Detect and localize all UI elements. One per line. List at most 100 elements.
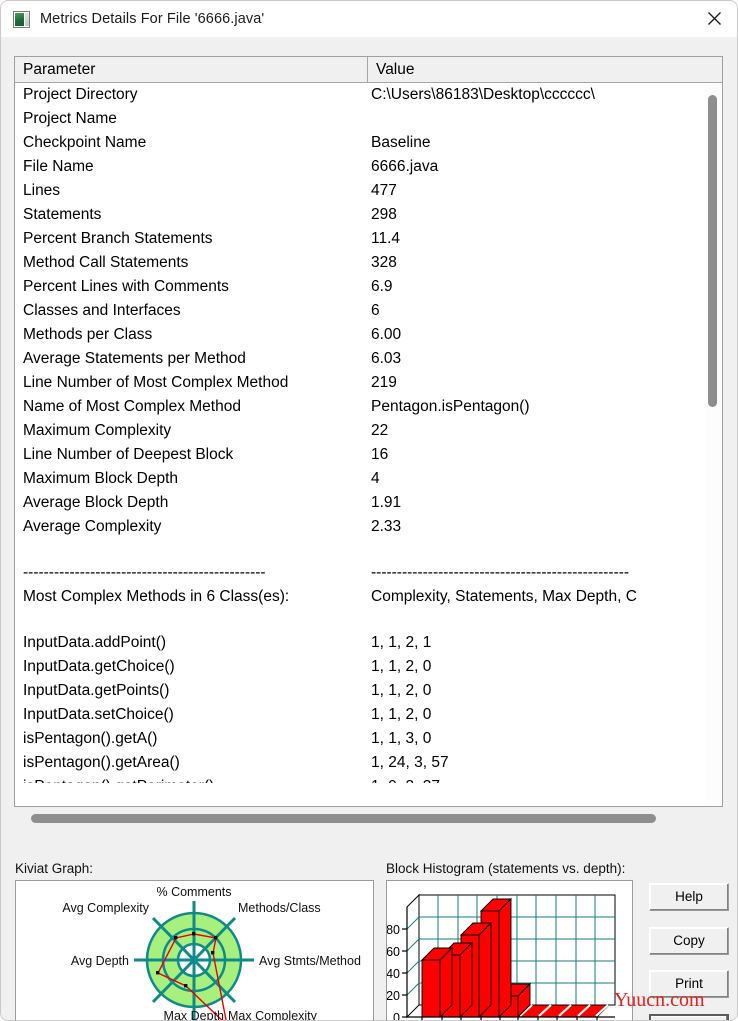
scrollbar-thumb[interactable] — [31, 814, 656, 823]
cell-parameter: Average Statements per Method — [23, 350, 246, 367]
kiviat-label-comments: % Comments — [156, 885, 231, 899]
histogram-bars-zero — [516, 1004, 611, 1018]
table-row[interactable] — [15, 609, 722, 631]
table-row[interactable]: Checkpoint Name Baseline — [15, 131, 722, 155]
help-button[interactable]: Help — [649, 883, 729, 911]
metrics-details-window: Metrics Details For File '6666.java' Par… — [0, 0, 738, 1021]
cell-value: 6 — [371, 302, 380, 319]
svg-text:40: 40 — [387, 967, 400, 981]
column-header-parameter[interactable]: Parameter — [15, 57, 368, 82]
metrics-table: Parameter Value Project Directory C:\User… — [14, 56, 723, 807]
svg-text:20: 20 — [387, 989, 400, 1003]
block-histogram-panel: 0 20 40 60 80 — [386, 880, 633, 1021]
cell-parameter — [23, 609, 371, 633]
table-row[interactable]: Line Number of Most Complex Method 219 — [15, 371, 722, 395]
cell-value: 6.9 — [371, 278, 393, 295]
table-header-row: Parameter Value — [15, 57, 722, 83]
cell-value: 22 — [371, 422, 389, 439]
cell-parameter: Project Name — [23, 110, 117, 127]
cell-value: 11.4 — [371, 230, 401, 247]
svg-text:60: 60 — [387, 945, 400, 959]
table-row[interactable]: isPentagon().getPerimeter()1, 9, 3, 37 — [15, 775, 722, 783]
table-vertical-scrollbar[interactable] — [705, 83, 722, 806]
table-row[interactable]: Classes and Interfaces 6 — [15, 299, 722, 323]
cell-parameter: Checkpoint Name — [23, 134, 147, 151]
kiviat-label-max-depth: Max Depth — [164, 1009, 224, 1021]
block-histogram-label: Block Histogram (statements vs. depth): — [386, 861, 626, 876]
cell-value — [371, 539, 722, 563]
table-row[interactable]: InputData.getPoints() 1, 1, 2, 0 — [15, 679, 722, 703]
cell-parameter: Name of Most Complex Method — [23, 398, 241, 415]
close-button[interactable] — [691, 1, 737, 36]
cell-parameter: InputData.addPoint() — [23, 634, 167, 651]
scrollbar-thumb[interactable] — [708, 95, 717, 407]
kiviat-spokes — [134, 901, 254, 1019]
cell-value: Baseline — [371, 134, 431, 151]
table-row[interactable]: InputData.setChoice() 1, 1, 2, 0 — [15, 703, 722, 727]
done-button[interactable]: Done — [649, 1014, 729, 1020]
table-row[interactable]: Method Call Statements 328 — [15, 251, 722, 275]
table-row[interactable]: Percent Lines with Comments 6.9 — [15, 275, 722, 299]
table-row[interactable]: Average Complexity 2.33 — [15, 515, 722, 539]
column-header-value[interactable]: Value — [368, 57, 722, 82]
table-row[interactable]: Project Name — [15, 107, 722, 131]
histogram-bar — [420, 946, 454, 1019]
table-row[interactable]: Most Complex Methods in 6 Class(es): Comp… — [15, 585, 722, 609]
cell-value: Complexity, Statements, Max Depth, C — [371, 588, 637, 605]
cell-parameter: Statements — [23, 206, 102, 223]
cell-value: 6.00 — [371, 326, 402, 343]
table-row[interactable]: Average Block Depth 1.91 — [15, 491, 722, 515]
block-histogram-chart: 0 20 40 60 80 — [387, 893, 616, 1021]
cell-parameter: Project Directory — [23, 86, 138, 103]
cell-parameter: Line Number of Deepest Block — [23, 446, 234, 463]
histogram-y-ticks: 0 20 40 60 80 — [387, 923, 400, 1021]
table-row[interactable]: isPentagon().getA() 1, 1, 3, 0 — [15, 727, 722, 751]
cell-parameter — [23, 539, 371, 563]
cell-value: 4 — [371, 470, 380, 487]
table-row[interactable]: isPentagon().getArea() 1, 24, 3, 57 — [15, 751, 722, 775]
table-row[interactable]: InputData.addPoint() 1, 1, 2, 1 — [15, 631, 722, 655]
kiviat-label-avg-depth: Avg Depth — [71, 954, 129, 968]
table-row[interactable]: Percent Branch Statements 11.4 — [15, 227, 722, 251]
table-row[interactable]: Lines 477 — [15, 179, 722, 203]
cell-parameter: ----------------------------------------… — [23, 564, 266, 581]
cell-parameter: Maximum Complexity — [23, 422, 172, 439]
table-row[interactable]: Maximum Complexity 22 — [15, 419, 722, 443]
table-row[interactable]: Line Number of Deepest Block 16 — [15, 443, 722, 467]
close-icon — [707, 12, 721, 25]
cell-parameter: Average Block Depth — [23, 494, 169, 511]
cell-value: 1, 1, 2, 1 — [371, 634, 432, 651]
table-row[interactable]: Statements 298 — [15, 203, 722, 227]
table-row[interactable]: File Name 6666.java — [15, 155, 722, 179]
table-row[interactable]: InputData.getChoice() 1, 1, 2, 0 — [15, 655, 722, 679]
cell-parameter: Methods per Class — [23, 326, 153, 343]
cell-value: 328 — [371, 254, 397, 271]
window-body: Parameter Value Project Directory C:\User… — [1, 37, 737, 1020]
cell-value: 1, 1, 2, 0 — [371, 658, 432, 675]
app-window-icon — [13, 10, 30, 28]
cell-parameter: InputData.setChoice() — [23, 706, 174, 723]
kiviat-label-avg-complexity: Avg Complexity — [62, 901, 149, 915]
cell-parameter: Most Complex Methods in 6 Class(es): — [23, 588, 290, 605]
table-horizontal-scrollbar[interactable] — [15, 808, 722, 830]
copy-button[interactable]: Copy — [649, 927, 729, 955]
table-row[interactable]: Methods per Class 6.00 — [15, 323, 722, 347]
print-button[interactable]: Print — [649, 970, 729, 998]
kiviat-graph-panel: % Comments Methods/Class Avg Stmts/Metho… — [15, 880, 374, 1021]
table-row[interactable]: Name of Most Complex Method Pentagon.isPe… — [15, 395, 722, 419]
table-row[interactable]: Average Statements per Method 6.03 — [15, 347, 722, 371]
table-row-separator[interactable]: ----------------------------------------… — [15, 561, 722, 585]
cell-value: Pentagon.isPentagon() — [371, 398, 530, 415]
cell-parameter: Lines — [23, 182, 61, 199]
table-row[interactable]: Project Directory C:\Users\86183\Desktop\… — [15, 83, 722, 107]
table-row[interactable]: Maximum Block Depth 4 — [15, 467, 722, 491]
svg-text:0: 0 — [393, 1011, 400, 1021]
cell-value: 298 — [371, 206, 397, 223]
cell-parameter: InputData.getPoints() — [23, 682, 170, 699]
window-title: Metrics Details For File '6666.java' — [40, 11, 265, 27]
cell-value: 219 — [371, 374, 397, 391]
cell-value: 1.91 — [371, 494, 402, 511]
kiviat-graph-label: Kiviat Graph: — [15, 861, 94, 876]
table-row[interactable] — [15, 539, 722, 561]
kiviat-label-max-complexity: Max Complexity — [228, 1009, 318, 1021]
